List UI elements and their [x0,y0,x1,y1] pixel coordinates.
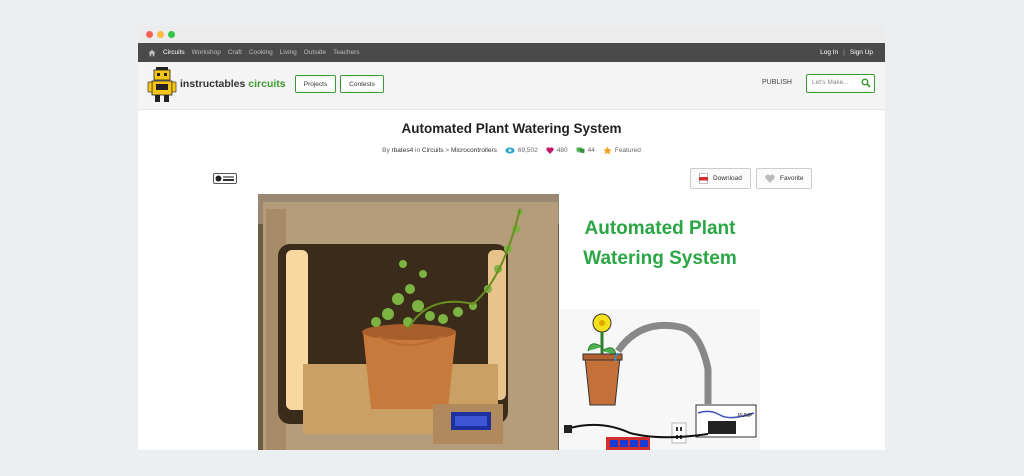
nav-item-cooking[interactable]: Cooking [249,49,273,56]
article-meta: By rbates4 in Circuits > Microcontroller… [138,146,885,155]
nav-item-living[interactable]: Living [280,49,297,56]
comment-icon [576,147,585,154]
creative-commons-icon[interactable] [213,173,237,184]
subcategory-link[interactable]: Microcontrollers [451,147,497,154]
close-window-button[interactable] [146,31,153,38]
nav-separator: | [843,49,845,56]
brand-main: instructables [180,78,246,90]
projects-button[interactable]: Projects [295,75,336,93]
site-header: instructables circuits Projects Contests… [138,62,885,110]
watering-circuit-illustration: PUMP [560,309,760,450]
nav-item-teachers[interactable]: Teachers [333,49,359,56]
nav-item-outside[interactable]: Outside [304,49,326,56]
search-icon[interactable] [861,78,871,88]
signup-link[interactable]: Sign Up [850,49,873,56]
robot-logo-icon[interactable] [147,66,177,104]
diagram-title-line2: Watering System [583,248,737,269]
comments-stat: 44 [576,147,595,154]
pump-label: PUMP [738,413,753,419]
download-button[interactable]: Download [690,168,751,189]
eye-icon [505,147,515,154]
home-icon[interactable] [148,49,156,57]
featured-badge: Featured [603,146,641,155]
plant-cabinet-illustration [258,194,559,450]
diagram-title-line1: Automated Plant [584,218,736,239]
category-link[interactable]: Circuits [422,147,444,154]
watering-system-diagram[interactable]: Automated Plant Watering System PUMP [560,194,760,450]
nav-item-workshop[interactable]: Workshop [192,49,221,56]
site-brand[interactable]: instructables circuits [180,78,286,90]
featured-label: Featured [614,147,641,154]
window-titlebar [138,26,885,43]
favorite-label: Favorite [780,175,804,182]
publish-link[interactable]: PUBLISH [762,79,792,86]
search-box[interactable]: Let's Make... [806,74,875,93]
heart-outline-icon [765,174,775,183]
pdf-icon [699,173,708,184]
author-link[interactable]: rbates4 [392,147,414,154]
download-label: Download [713,175,742,182]
minimize-window-button[interactable] [157,31,164,38]
favorites-count: 480 [556,147,568,154]
top-nav: Circuits Workshop Craft Cooking Living O… [138,43,885,62]
breadcrumb-arrow: > [445,147,450,154]
by-text: By [382,147,390,154]
comments-count: 44 [587,147,595,154]
favorites-stat: 480 [546,147,568,154]
star-icon [603,146,612,155]
views-count: 69,502 [517,147,538,154]
search-input[interactable]: Let's Make... [812,79,849,86]
heart-icon [546,147,554,154]
browser-window: Circuits Workshop Craft Cooking Living O… [138,26,885,450]
in-text: in [415,147,421,154]
nav-item-craft[interactable]: Craft [228,49,242,56]
favorite-button[interactable]: Favorite [756,168,812,189]
project-photo[interactable] [258,194,559,450]
views-stat: 69,502 [505,147,538,154]
nav-item-circuits[interactable]: Circuits [163,49,185,56]
brand-sub: circuits [248,78,286,90]
contests-button[interactable]: Contests [340,75,384,93]
login-link[interactable]: Log In [820,49,838,56]
article-title: Automated Plant Watering System [401,121,622,136]
maximize-window-button[interactable] [168,31,175,38]
